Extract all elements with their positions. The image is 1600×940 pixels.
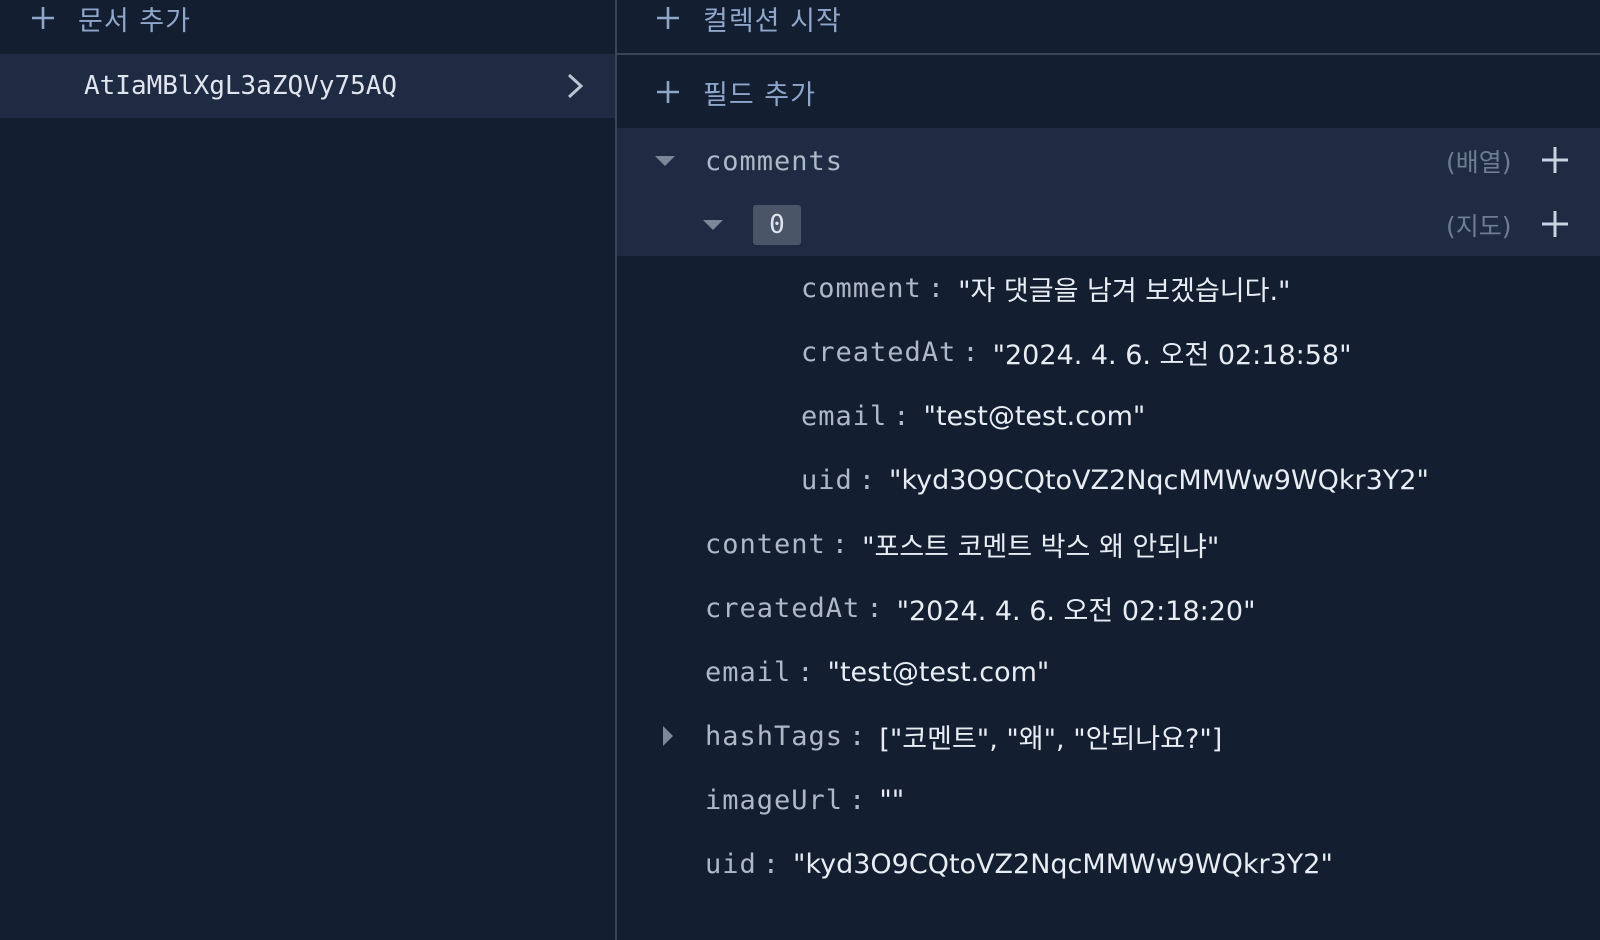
field-value: "kyd3O9CQtoVZ2NqcMMWw9WQkr3Y2" (793, 848, 1333, 880)
field-key: uid (801, 464, 853, 496)
field-colon: : (797, 656, 814, 688)
plus-icon[interactable] (1541, 146, 1569, 174)
document-item-selected[interactable]: AtIaMBlXgL3aZQVy75AQ (0, 54, 615, 118)
field-key: imageUrl (705, 784, 844, 816)
field-value: "2024. 4. 6. 오전 02:18:20" (896, 595, 1256, 627)
caret-down-icon[interactable] (703, 220, 723, 230)
section-divider (617, 53, 1600, 55)
field-key: content (705, 528, 826, 560)
document-id: AtIaMBlXgL3aZQVy75AQ (84, 71, 398, 101)
field-key: createdAt (705, 592, 861, 624)
start-collection-label: 컬렉션 시작 (703, 5, 842, 37)
field-colon: : (849, 720, 866, 752)
field-colon: : (762, 848, 780, 880)
field-value: "test@test.com" (923, 400, 1146, 432)
field-colon: : (866, 592, 883, 624)
add-field-button[interactable]: 필드 추가 (655, 72, 816, 112)
documents-panel: 문서 추가 AtIaMBlXgL3aZQVy75AQ (0, 0, 615, 940)
plus-icon (657, 81, 679, 103)
field-key: email (801, 400, 888, 432)
field-colon: : (962, 336, 979, 368)
field-key: hashTags (705, 720, 844, 752)
plus-icon (32, 7, 54, 29)
caret-down-icon[interactable] (655, 156, 675, 166)
nested-field-row[interactable]: email: "test@test.com" (801, 396, 1145, 436)
field-colon: : (927, 272, 945, 304)
plus-icon (657, 7, 679, 29)
field-value: "" (879, 784, 905, 816)
field-row-createdat[interactable]: createdAt: "2024. 4. 6. 오전 02:18:20" (705, 588, 1256, 628)
field-key: comment (801, 272, 922, 304)
field-value: "포스트 코멘트 박스 왜 안되냐" (862, 531, 1220, 563)
field-key: comments (705, 145, 844, 177)
start-collection-button[interactable]: 컬렉션 시작 (655, 0, 842, 37)
add-document-label: 문서 추가 (78, 5, 191, 37)
field-key: createdAt (801, 336, 957, 368)
nested-field-row[interactable]: comment: "자 댓글을 남겨 보겠습니다." (801, 268, 1290, 308)
field-type-array: (배열) (1446, 148, 1512, 177)
field-value: "자 댓글을 남겨 보겠습니다." (958, 275, 1291, 307)
add-document-button[interactable]: 문서 추가 (30, 0, 191, 37)
field-value: "test@test.com" (827, 656, 1050, 688)
field-value: "kyd3O9CQtoVZ2NqcMMWw9WQkr3Y2" (889, 464, 1429, 496)
field-row-imageurl[interactable]: imageUrl: "" (705, 780, 904, 820)
field-colon: : (893, 400, 910, 432)
field-row-hashtags[interactable]: hashTags: ["코멘트", "왜", "안되나요?"] (705, 716, 1222, 756)
field-key: email (705, 656, 792, 688)
array-index-badge: 0 (753, 205, 801, 245)
field-row-uid[interactable]: uid: "kyd3O9CQtoVZ2NqcMMWw9WQkr3Y2" (705, 844, 1333, 884)
caret-right-icon[interactable] (663, 726, 673, 746)
field-colon: : (858, 464, 876, 496)
field-key: uid (705, 848, 757, 880)
field-type-map: (지도) (1446, 212, 1512, 241)
nested-field-row[interactable]: createdAt: "2024. 4. 6. 오전 02:18:58" (801, 332, 1352, 372)
field-colon: : (849, 784, 866, 816)
field-row-comments[interactable]: comments (705, 141, 843, 181)
field-colon: : (831, 528, 849, 560)
field-row-content[interactable]: content: "포스트 코멘트 박스 왜 안되냐" (705, 524, 1219, 564)
fields-panel: 컬렉션 시작 필드 추가 comments (배열) 0 (지도) commen… (617, 0, 1600, 940)
add-field-label: 필드 추가 (703, 79, 816, 111)
field-row-email[interactable]: email: "test@test.com" (705, 652, 1049, 692)
nested-field-row[interactable]: uid: "kyd3O9CQtoVZ2NqcMMWw9WQkr3Y2" (801, 460, 1429, 500)
plus-icon[interactable] (1541, 210, 1569, 238)
chevron-right-icon (567, 73, 584, 99)
field-value: ["코멘트", "왜", "안되나요?"] (879, 723, 1223, 755)
field-value: "2024. 4. 6. 오전 02:18:58" (992, 339, 1352, 371)
